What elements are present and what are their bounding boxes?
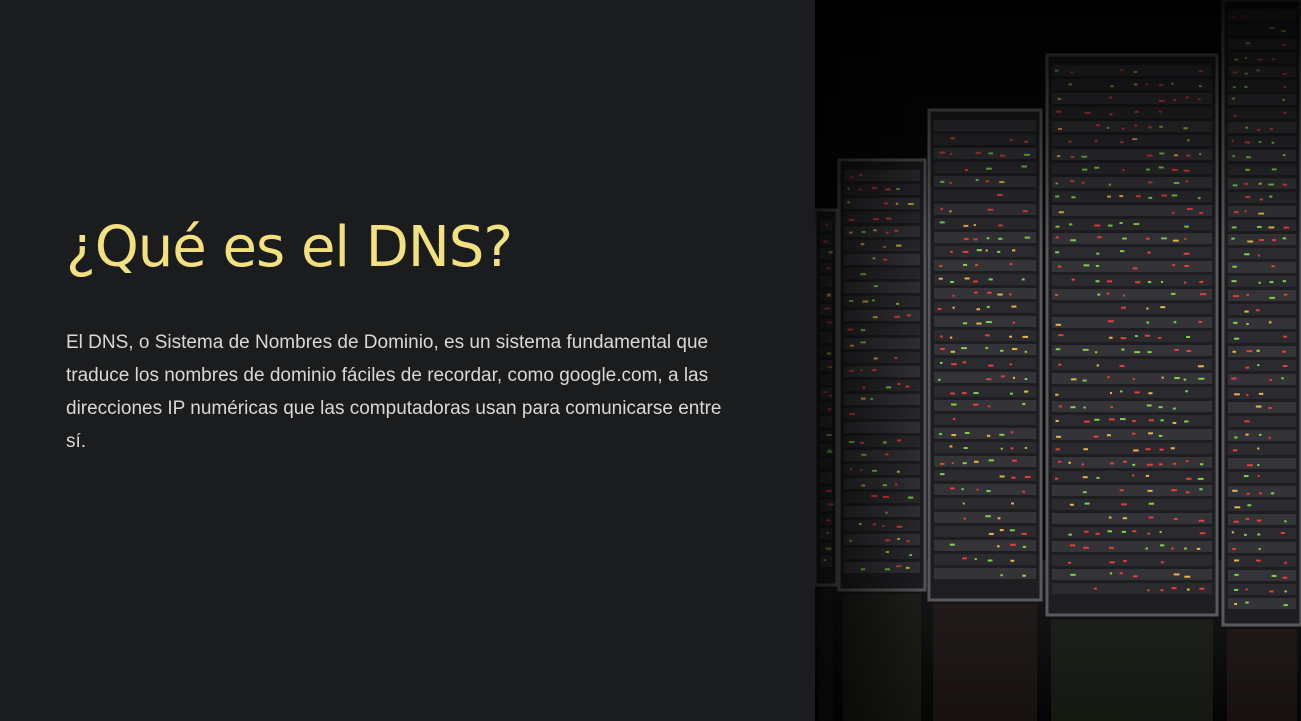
text-panel: ¿Qué es el DNS? El DNS, o Sistema de Nom…	[0, 0, 815, 721]
server-racks-image	[815, 0, 1301, 721]
slide-body-text: El DNS, o Sistema de Nombres de Dominio,…	[66, 332, 722, 452]
server-racks-illustration	[815, 0, 1301, 721]
slide-title: ¿Qué es el DNS?	[66, 215, 513, 280]
slide: ¿Qué es el DNS? El DNS, o Sistema de Nom…	[0, 0, 1301, 721]
